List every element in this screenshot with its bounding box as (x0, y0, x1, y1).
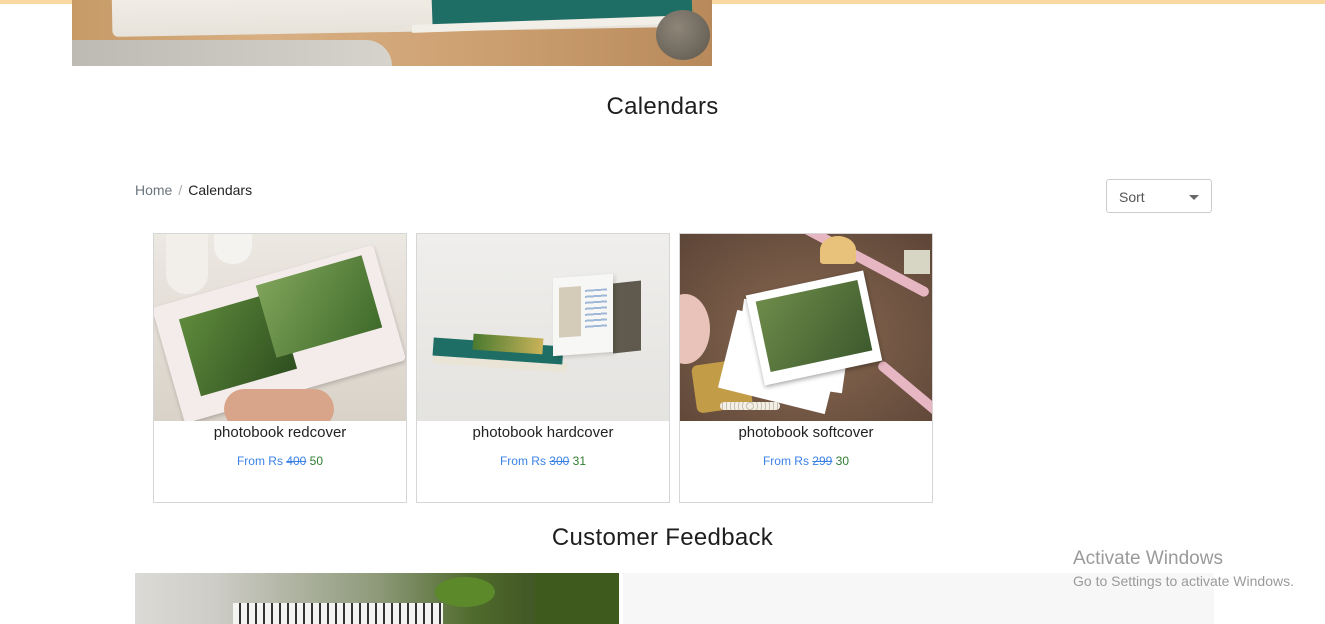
price-old: 299 (812, 454, 833, 468)
page-title: Calendars (606, 93, 719, 120)
windows-activation-watermark: Activate Windows Go to Settings to activ… (1073, 548, 1294, 589)
price-current: 50 (309, 454, 324, 468)
product-card[interactable]: photobook softcover From Rs 299 30 (679, 233, 933, 503)
product-name[interactable]: photobook hardcover (417, 424, 669, 441)
product-price: From Rs 299 30 (680, 454, 932, 468)
breadcrumb: Home / Calendars (135, 182, 252, 198)
feedback-image (135, 573, 619, 624)
price-current: 31 (572, 454, 587, 468)
sort-dropdown[interactable]: Sort (1106, 179, 1212, 213)
price-current: 30 (835, 454, 850, 468)
product-price: From Rs 300 31 (417, 454, 669, 468)
product-price: From Rs 400 50 (154, 454, 406, 468)
hero-banner-image (72, 0, 712, 66)
sort-label: Sort (1119, 189, 1145, 205)
breadcrumb-current: Calendars (188, 182, 253, 198)
price-from-label: From Rs (762, 454, 809, 468)
price-old: 300 (549, 454, 570, 468)
product-name[interactable]: photobook softcover (680, 424, 932, 441)
price-old: 400 (286, 454, 307, 468)
product-image[interactable] (154, 234, 406, 421)
price-from-label: From Rs (499, 454, 546, 468)
product-name[interactable]: photobook redcover (154, 424, 406, 441)
breadcrumb-home-link[interactable]: Home (135, 182, 172, 198)
product-image[interactable] (680, 234, 932, 421)
activate-windows-title: Activate Windows (1073, 548, 1223, 569)
product-image[interactable] (417, 234, 669, 421)
activate-windows-subtitle: Go to Settings to activate Windows. (1073, 573, 1294, 589)
breadcrumb-separator: / (178, 182, 183, 198)
product-card[interactable]: photobook redcover From Rs 400 50 (153, 233, 407, 503)
caret-down-icon (1189, 195, 1199, 200)
product-card[interactable]: photobook hardcover From Rs 300 31 (416, 233, 670, 503)
price-from-label: From Rs (236, 454, 283, 468)
